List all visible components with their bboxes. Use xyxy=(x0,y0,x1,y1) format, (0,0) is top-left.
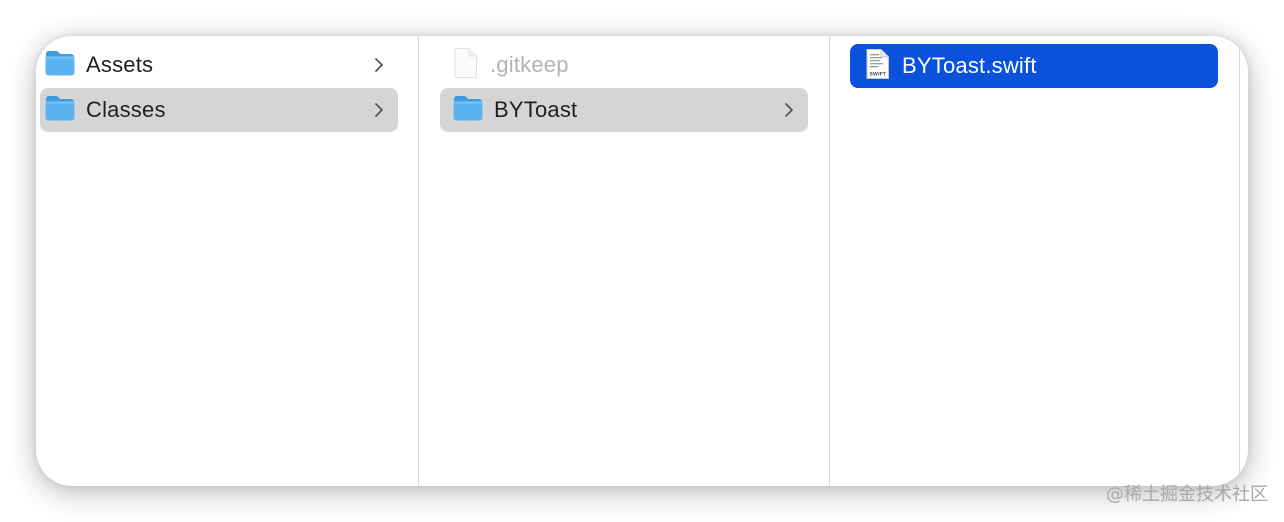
list-item-gitkeep[interactable]: .gitkeep xyxy=(440,43,808,87)
list-item-assets[interactable]: Assets xyxy=(40,43,398,87)
item-label: BYToast.swift xyxy=(902,53,1037,78)
finder-window: Assets Classes .gitkeep BYToast SWIFT BY… xyxy=(36,36,1248,486)
item-label: .gitkeep xyxy=(490,52,569,77)
chevron-right-icon xyxy=(785,103,793,117)
folder-icon xyxy=(452,94,484,127)
column-2: .gitkeep BYToast xyxy=(419,36,829,486)
list-item-bytoast-folder[interactable]: BYToast xyxy=(440,88,808,132)
item-label: Assets xyxy=(86,52,154,77)
column-divider[interactable] xyxy=(1239,36,1240,486)
swift-file-icon-text: SWIFT xyxy=(870,71,887,77)
list-item-bytoast-swift[interactable]: SWIFT BYToast.swift xyxy=(850,44,1218,88)
chevron-right-icon xyxy=(375,103,383,117)
watermark: @稀土掘金技术社区 xyxy=(1106,484,1268,505)
folder-icon xyxy=(44,49,76,82)
item-label: BYToast xyxy=(494,97,578,122)
column-1: Assets Classes xyxy=(36,36,418,486)
item-label: Classes xyxy=(86,97,166,122)
column-3: SWIFT BYToast.swift xyxy=(830,36,1240,486)
chevron-right-icon xyxy=(375,58,383,72)
swift-file-icon: SWIFT xyxy=(864,48,890,85)
blank-file-icon xyxy=(452,47,478,84)
list-item-classes[interactable]: Classes xyxy=(40,88,398,132)
folder-icon xyxy=(44,94,76,127)
